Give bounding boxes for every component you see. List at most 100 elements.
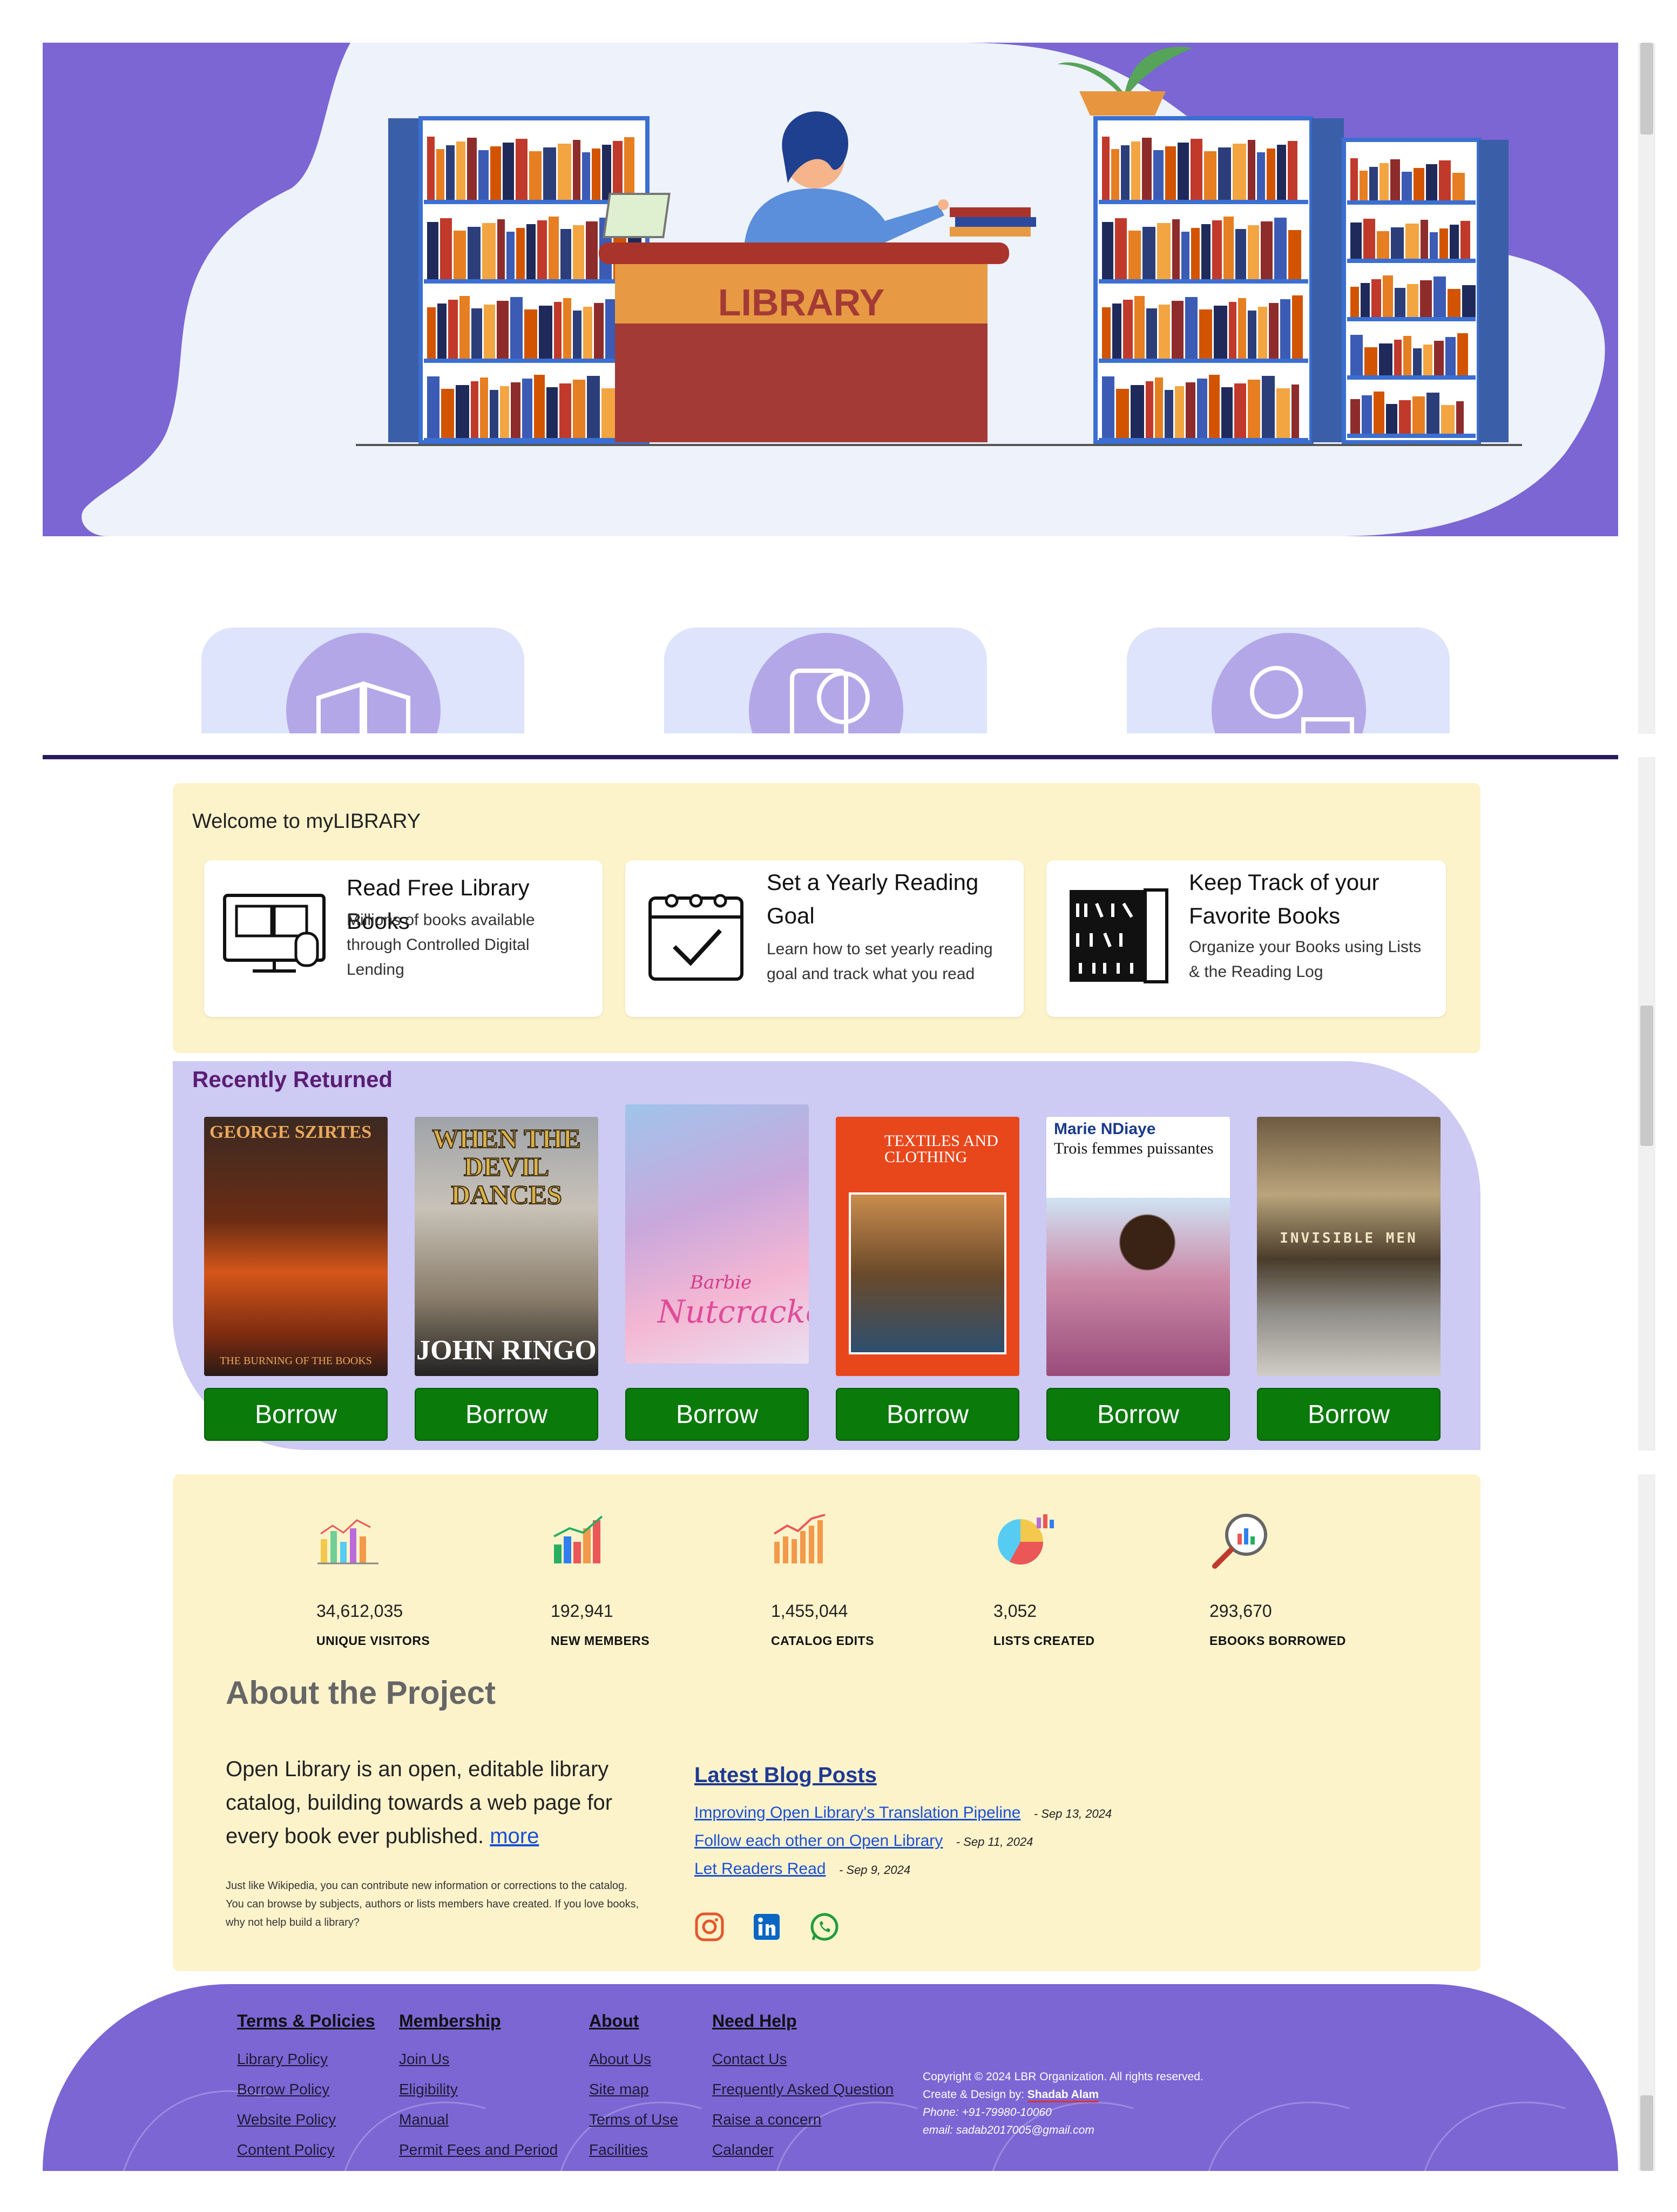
- footer-link[interactable]: Facilities: [589, 2135, 678, 2165]
- welcome-card-read[interactable]: Read Free Library Books Millions of book…: [204, 860, 603, 1017]
- footer-link[interactable]: Raise a concern: [712, 2105, 894, 2135]
- reading-tablet-icon: [749, 633, 903, 733]
- library-illustration: LIBRARY: [82, 43, 1605, 536]
- footer-link[interactable]: Terms of Use: [589, 2105, 678, 2135]
- book-cover-textiles-and-clothing[interactable]: TEXTILES AND CLOTHING: [836, 1117, 1019, 1376]
- about-small-text: Just like Wikipedia, you can contribute …: [226, 1880, 639, 1928]
- about-title: About the Project: [226, 1675, 496, 1711]
- stat-label: EBOOKS BORROWED: [1209, 1634, 1346, 1648]
- stat-value: 192,941: [551, 1601, 613, 1621]
- trend-chart-icon: [773, 1514, 826, 1563]
- footer-credit-label: Create & Design by:: [923, 2088, 1024, 2101]
- footer-column-membership: Membership Join Us Eligibility Manual Pe…: [399, 2011, 558, 2165]
- book-author: Marie NDiaye: [1054, 1120, 1156, 1138]
- footer-link[interactable]: Eligibility: [399, 2074, 558, 2105]
- welcome-card-track[interactable]: Keep Track of your Favorite Books Organi…: [1046, 860, 1446, 1017]
- book-cover-title: Nutcracker: [658, 1293, 809, 1330]
- blog-post: Let Readers Read - Sep 9, 2024: [694, 1860, 1180, 1888]
- librarian-icon: [1212, 633, 1366, 733]
- feature-card-reading[interactable]: [201, 628, 524, 733]
- blog-post-link[interactable]: Improving Open Library's Translation Pip…: [694, 1804, 1020, 1822]
- section-divider: [43, 755, 1618, 759]
- scrollbar-thumb[interactable]: [1640, 2095, 1653, 2171]
- footer-link[interactable]: Site map: [589, 2074, 678, 2105]
- footer-link[interactable]: Permit Fees and Period: [399, 2135, 558, 2165]
- about-more-link[interactable]: more: [490, 1824, 539, 1848]
- welcome-section: Welcome to myLIBRARY Read Free Library B…: [173, 783, 1480, 1053]
- welcome-card-desc: Organize your Books using Lists & the Re…: [1189, 938, 1422, 981]
- stat-lists-created: 3,052 LISTS CREATED: [993, 1512, 1166, 1648]
- footer-column-terms: Terms & Policies Library Policy Borrow P…: [237, 2011, 375, 2165]
- book-cover-when-the-devil-dances[interactable]: WHEN THE DEVIL DANCES JOHN RINGO: [415, 1117, 598, 1376]
- pie-chart-icon: [998, 1514, 1054, 1565]
- book-author: JOHN RINGO: [416, 1335, 597, 1366]
- welcome-heading: Welcome to myLIBRARY: [192, 810, 421, 833]
- footer-link[interactable]: Borrow Policy: [237, 2074, 375, 2105]
- welcome-card-goal[interactable]: Set a Yearly Reading Goal Learn how to s…: [625, 860, 1024, 1017]
- footer-link[interactable]: Calander: [712, 2135, 894, 2165]
- borrow-button[interactable]: Borrow: [1046, 1388, 1230, 1441]
- stat-ebooks-borrowed: 293,670 EBOOKS BORROWED: [1209, 1512, 1382, 1648]
- book-author: Barbie: [690, 1272, 752, 1293]
- book-cover-illustration: [849, 1192, 1006, 1354]
- footer-link[interactable]: Manual: [399, 2105, 558, 2135]
- scrollbar-top[interactable]: [1638, 43, 1655, 734]
- book-author: GEORGE SZIRTES: [209, 1122, 372, 1142]
- library-sign: LIBRARY: [718, 281, 885, 323]
- feature-card-librarian[interactable]: [1127, 628, 1450, 733]
- book-cover-invisible-men[interactable]: INVISIBLE MEN: [1257, 1117, 1441, 1376]
- borrow-button[interactable]: Borrow: [625, 1388, 809, 1441]
- instagram-icon[interactable]: [694, 1912, 725, 1942]
- feature-card-tablet[interactable]: [664, 628, 987, 733]
- stat-unique-visitors: 34,612,035 UNIQUE VISITORS: [316, 1512, 489, 1648]
- blog-post-link[interactable]: Let Readers Read: [694, 1860, 826, 1878]
- footer-phone: Phone: +91-79980-10060: [923, 2106, 1052, 2119]
- footer-copyright: Copyright © 2024 LBR Organization. All r…: [923, 2071, 1203, 2083]
- scrollbar-thumb[interactable]: [1640, 43, 1653, 134]
- footer-link[interactable]: Frequently Asked Question: [712, 2074, 894, 2105]
- scrollbar-middle[interactable]: [1638, 757, 1655, 1451]
- book-cover-trois-femmes-puissantes[interactable]: Marie NDiaye Trois femmes puissantes: [1046, 1117, 1230, 1376]
- footer-link[interactable]: Website Policy: [237, 2105, 375, 2135]
- borrow-button[interactable]: Borrow: [1257, 1388, 1441, 1441]
- footer-link[interactable]: Library Policy: [237, 2044, 375, 2074]
- blog-title: Latest Blog Posts: [694, 1763, 877, 1787]
- stat-value: 293,670: [1209, 1601, 1272, 1621]
- welcome-card-title: Keep Track of your Favorite Books: [1189, 869, 1380, 928]
- blog-post-link[interactable]: Follow each other on Open Library: [694, 1832, 943, 1850]
- book-cover-title: THE BURNING OF THE BOOKS: [220, 1355, 372, 1367]
- footer-link[interactable]: About Us: [589, 2044, 678, 2074]
- hero-banner: LIBRARY: [43, 43, 1618, 536]
- footer-link[interactable]: Contact Us: [712, 2044, 894, 2074]
- footer-column-heading: About: [589, 2011, 639, 2031]
- stat-new-members: 192,941 NEW MEMBERS: [551, 1512, 723, 1648]
- stats-about-section: 34,612,035 UNIQUE VISITORS 192,941 NEW M…: [173, 1474, 1480, 1971]
- linkedin-icon[interactable]: [753, 1913, 781, 1941]
- stat-label: LISTS CREATED: [993, 1634, 1095, 1648]
- footer-info: Copyright © 2024 LBR Organization. All r…: [923, 2068, 1301, 2139]
- bookshelf-icon: [1070, 888, 1168, 983]
- footer-link[interactable]: Join Us: [399, 2044, 558, 2074]
- social-links: [694, 1912, 1180, 1944]
- borrow-button[interactable]: Borrow: [836, 1388, 1019, 1441]
- calendar-check-icon: [648, 894, 743, 981]
- footer-column-help: Need Help Contact Us Frequently Asked Qu…: [712, 2011, 894, 2165]
- stat-label: UNIQUE VISITORS: [316, 1634, 430, 1648]
- whatsapp-icon[interactable]: [809, 1912, 840, 1943]
- footer-column-about: About About Us Site map Terms of Use Fac…: [589, 2011, 678, 2165]
- borrow-button[interactable]: Borrow: [204, 1388, 388, 1441]
- blog-post-date: - Sep 9, 2024: [838, 1863, 911, 1877]
- footer-link[interactable]: Content Policy: [237, 2135, 375, 2165]
- book-cover-title: Trois femmes puissantes: [1054, 1139, 1214, 1157]
- computer-book-icon: [223, 894, 326, 973]
- bar-chart-icon: [317, 1519, 378, 1564]
- book-cover-burning-of-the-books[interactable]: GEORGE SZIRTES THE BURNING OF THE BOOKS: [204, 1117, 388, 1376]
- stat-value: 3,052: [993, 1601, 1037, 1621]
- stat-label: CATALOG EDITS: [771, 1634, 874, 1648]
- borrow-button[interactable]: Borrow: [415, 1388, 598, 1441]
- stat-label: NEW MEMBERS: [551, 1634, 650, 1648]
- blog-post-date: - Sep 11, 2024: [956, 1835, 1033, 1849]
- scrollbar-bottom[interactable]: [1638, 1474, 1655, 2171]
- book-cover-barbie-nutcracker[interactable]: Barbie Nutcracker: [625, 1104, 809, 1364]
- scrollbar-thumb[interactable]: [1640, 1006, 1653, 1146]
